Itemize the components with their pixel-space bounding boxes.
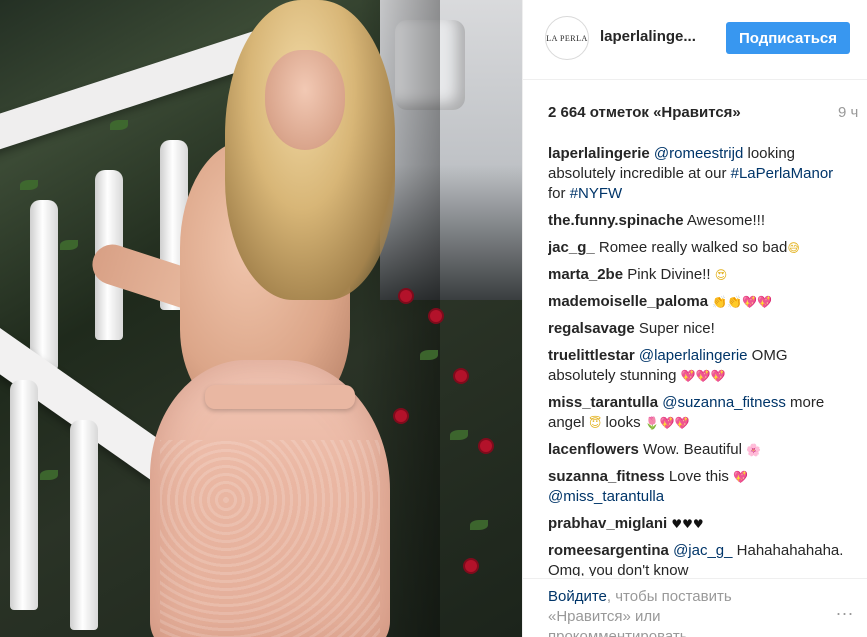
comment-item: mademoiselle_paloma 👏👏💖💖 (548, 292, 848, 312)
comments-list[interactable]: laperlalingerie @romeestrijd looking abs… (548, 144, 848, 576)
emoji: 🌸 (746, 443, 762, 457)
login-prompt: Войдите, чтобы поставить «Нравится» или … (548, 587, 778, 637)
photo-hair (225, 0, 395, 300)
likes-count[interactable]: 2 664 отметок «Нравится» (548, 104, 741, 121)
emoji: 😅 (787, 241, 800, 255)
photo-leaf (60, 240, 78, 250)
mention-link[interactable]: @jac_g_ (673, 542, 732, 559)
emoji: 💖💖 (659, 416, 690, 430)
comment-author[interactable]: truelittlestar (548, 347, 635, 364)
emoji: 🌷 (644, 416, 660, 430)
photo-dress-lace (160, 440, 380, 637)
comment-text: Romee really walked so bad (594, 239, 788, 256)
comment-item: truelittlestar @laperlalingerie OMG abso… (548, 346, 848, 386)
login-link[interactable]: Войдите (548, 588, 607, 605)
mention-link[interactable]: @romeestrijd (654, 145, 743, 162)
photo-rose (465, 560, 477, 572)
comment-text: Wow. Beautiful (638, 441, 747, 458)
photo-rose (395, 410, 407, 422)
comment-item: prabhav_miglani ♥♥♥ (548, 514, 848, 534)
comment-item: suzanna_fitness Love this 💖 @miss_tarant… (548, 467, 848, 507)
comment-item: marta_2be Pink Divine!! 😍 (548, 265, 848, 285)
comment-item: miss_tarantulla @suzanna_fitness more an… (548, 393, 848, 433)
mention-link[interactable]: @miss_tarantulla (548, 488, 664, 505)
avatar[interactable]: LA PERLA (545, 16, 589, 60)
photo-rose (480, 440, 492, 452)
follow-button[interactable]: Подписаться (726, 22, 850, 54)
comment-item: lacenflowers Wow. Beautiful 🌸 (548, 440, 848, 460)
post-header: LA PERLA laperlalinge... Подписаться (523, 0, 867, 80)
comment-author[interactable]: jac_g_ (548, 239, 595, 256)
comment-text: Love this (664, 468, 734, 485)
comment-author[interactable]: miss_tarantulla (548, 394, 658, 411)
post-timestamp[interactable]: 9 ч (838, 104, 858, 121)
ellipsis-icon[interactable]: ... (836, 599, 854, 620)
mention-link[interactable]: @laperlalingerie (639, 347, 748, 364)
avatar-logo-text: LA PERLA (546, 33, 588, 43)
comment-item: regalsavage Super nice! (548, 319, 848, 339)
emoji: ♥♥♥ (671, 517, 704, 531)
post-photo[interactable] (0, 0, 522, 637)
photo-face (265, 50, 345, 150)
photo-leaf (450, 430, 468, 440)
photo-baluster (70, 420, 98, 630)
emoji: 💖💖 (742, 295, 773, 309)
hashtag-link[interactable]: #NYFW (570, 185, 623, 202)
emoji: 😇 (588, 416, 602, 430)
comment-author[interactable]: regalsavage (548, 320, 635, 337)
comment-author[interactable]: laperlalingerie (548, 145, 650, 162)
emoji: 💖 (733, 470, 749, 484)
photo-leaf (110, 120, 128, 130)
mention-link[interactable]: @suzanna_fitness (662, 394, 786, 411)
emoji: 😍 (714, 268, 728, 282)
post-footer: Войдите, чтобы поставить «Нравится» или … (523, 578, 867, 637)
photo-leaf (20, 180, 38, 190)
comment-author[interactable]: the.funny.spinache (548, 212, 684, 229)
photo-rose (455, 370, 467, 382)
emoji: 👏👏 (712, 295, 743, 309)
comment-text: for (548, 185, 570, 202)
comment-author[interactable]: prabhav_miglani (548, 515, 667, 532)
emoji: 💖💖💖 (680, 369, 726, 383)
photo-leaf (420, 350, 438, 360)
photo-leaf (40, 470, 58, 480)
comment-item: the.funny.spinache Awesome!!! (548, 211, 848, 231)
photo-rose (430, 310, 442, 322)
comment-author[interactable]: marta_2be (548, 266, 623, 283)
comment-item: jac_g_ Romee really walked so bad😅 (548, 238, 848, 258)
comment-text: looks (601, 414, 645, 431)
photo-waistband (205, 385, 355, 409)
hashtag-link[interactable]: #LaPerlaManor (731, 165, 834, 182)
photo-baluster (30, 200, 58, 370)
username-link[interactable]: laperlalinge... (600, 28, 696, 45)
comment-author[interactable]: romeesargentina (548, 542, 669, 559)
comment-item: laperlalingerie @romeestrijd looking abs… (548, 144, 848, 204)
comment-text: Pink Divine!! (623, 266, 715, 283)
comment-author[interactable]: mademoiselle_paloma (548, 293, 708, 310)
comment-author[interactable]: suzanna_fitness (548, 468, 665, 485)
post-panel: LA PERLA laperlalinge... Подписаться 2 6… (522, 0, 867, 637)
photo-baluster (10, 380, 38, 610)
photo-rose (400, 290, 412, 302)
comment-item: romeesargentina @jac_g_ Hahahahahaha. Om… (548, 541, 848, 576)
comment-text: Super nice! (634, 320, 715, 337)
photo-leaf (470, 520, 488, 530)
comment-text: Awesome!!! (683, 212, 766, 229)
comment-author[interactable]: lacenflowers (548, 441, 639, 458)
